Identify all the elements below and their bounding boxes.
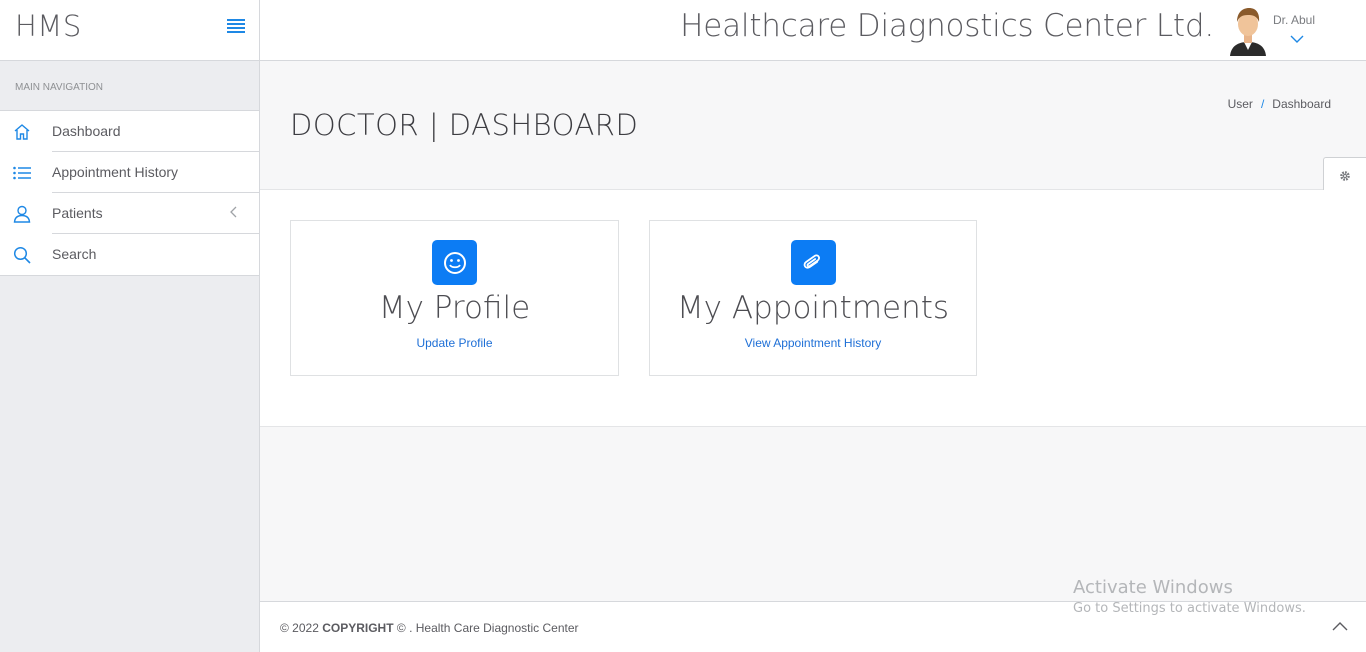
update-profile-link[interactable]: Update Profile [416, 336, 492, 350]
my-appointments-card: My Appointments View Appointment History [649, 220, 977, 376]
view-appointment-history-link[interactable]: View Appointment History [745, 336, 882, 350]
smile-icon [432, 240, 477, 285]
sidebar-item-label: Appointment History [52, 152, 259, 193]
list-icon [0, 166, 52, 180]
breadcrumb-separator: / [1260, 97, 1265, 111]
card-title: My Profile [378, 290, 531, 326]
watermark-line1: Activate Windows [1073, 577, 1233, 598]
card-title: My Appointments [676, 290, 950, 326]
main-navigation: Dashboard Appointment History Patients S… [0, 111, 259, 276]
chevron-up-icon[interactable] [1332, 618, 1348, 636]
sidebar-item-search[interactable]: Search [0, 234, 259, 275]
sidebar-item-label: Dashboard [52, 111, 259, 152]
home-icon [0, 123, 52, 141]
brand-bar: HMS [0, 0, 259, 61]
top-header: Healthcare Diagnostics Center Ltd. Dr. A… [260, 0, 1366, 61]
menu-toggle-icon[interactable] [227, 19, 245, 33]
sidebar-item-label: Patients [52, 193, 259, 234]
paperclip-icon [790, 240, 836, 285]
copyright-owner: © . Health Care Diagnostic Center [396, 621, 579, 635]
breadcrumb: User / Dashboard [1228, 97, 1331, 111]
chevron-left-icon[interactable] [229, 205, 237, 221]
copyright-text: © 2022 COPYRIGHT © . Health Care Diagnos… [280, 621, 579, 635]
copyright-year: © 2022 [280, 621, 319, 635]
page-title: DOCTOR | DASHBOARD [290, 108, 639, 142]
copyright-label: COPYRIGHT [322, 621, 394, 635]
page-header: DOCTOR | DASHBOARD User / Dashboard [260, 61, 1366, 190]
breadcrumb-item-dashboard: Dashboard [1272, 97, 1331, 111]
sidebar-item-patients[interactable]: Patients [0, 193, 259, 234]
user-name[interactable]: Dr. Abul [1273, 13, 1315, 27]
nav-heading: MAIN NAVIGATION [0, 61, 259, 111]
sidebar: HMS MAIN NAVIGATION Dashboard Appointmen… [0, 0, 260, 652]
brand-name[interactable]: HMS [15, 9, 82, 43]
chevron-down-icon[interactable] [1290, 30, 1304, 48]
footer: © 2022 COPYRIGHT © . Health Care Diagnos… [260, 601, 1366, 652]
my-profile-card: My Profile Update Profile [290, 220, 619, 376]
search-icon [0, 246, 52, 264]
user-icon [0, 205, 52, 223]
sidebar-item-dashboard[interactable]: Dashboard [0, 111, 259, 152]
sidebar-item-appointment-history[interactable]: Appointment History [0, 152, 259, 193]
sidebar-item-label: Search [52, 246, 97, 262]
gear-icon [1339, 169, 1351, 187]
dashboard-content: My Profile Update Profile My Appointment… [260, 190, 1366, 427]
user-avatar[interactable] [1228, 6, 1268, 56]
breadcrumb-item-user[interactable]: User [1228, 97, 1253, 111]
app-title: Healthcare Diagnostics Center Ltd. [680, 8, 1214, 44]
